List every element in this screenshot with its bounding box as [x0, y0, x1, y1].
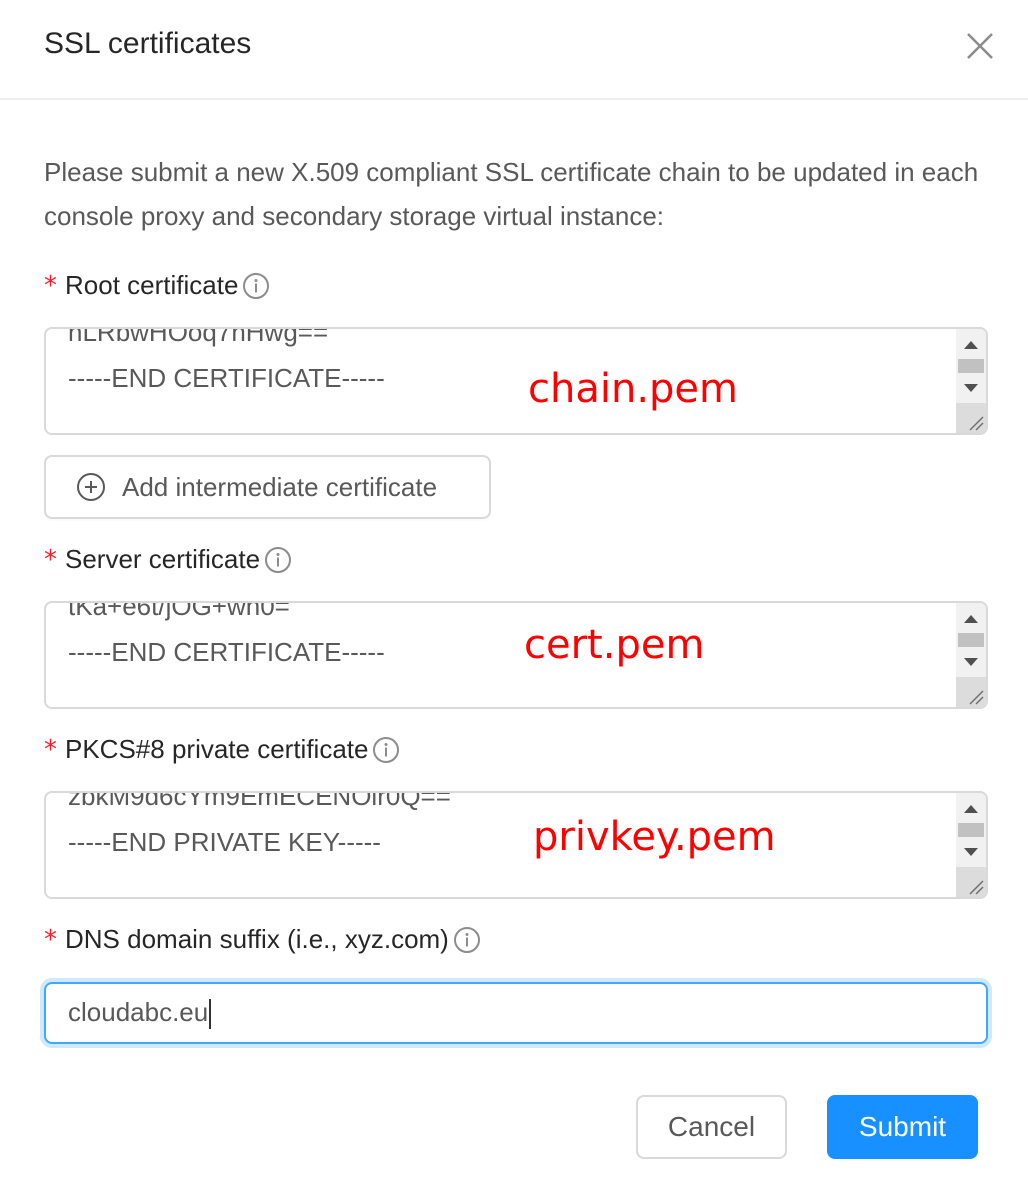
dns-domain-suffix-input[interactable]: cloudabc.eu — [44, 982, 988, 1044]
server-certificate-content: tKa+e6t/jOG+wh0= -----END CERTIFICATE---… — [68, 601, 385, 667]
pkcs8-content: zbkM9d6cYm9EmECENOlr0Q== -----END PRIVAT… — [68, 791, 451, 857]
close-icon — [967, 33, 993, 59]
scroll-down-arrow-icon[interactable] — [964, 848, 978, 856]
plus-circle-icon — [76, 472, 106, 502]
server-certificate-textarea[interactable]: tKa+e6t/jOG+wh0= -----END CERTIFICATE---… — [44, 601, 988, 709]
root-certificate-label-text: Root certificate — [65, 270, 239, 300]
required-mark: * — [44, 544, 57, 575]
dns-label-text: DNS domain suffix (i.e., xyz.com) — [65, 924, 449, 954]
cancel-button[interactable]: Cancel — [636, 1095, 787, 1159]
info-circle-icon[interactable] — [242, 272, 270, 300]
dns-domain-suffix-label: * DNS domain suffix (i.e., xyz.com) — [44, 924, 481, 955]
root-certificate-textarea[interactable]: nLRbwHOoq7nHwg== -----END CERTIFICATE---… — [44, 327, 988, 435]
pkcs8-private-certificate-label: * PKCS#8 private certificate — [44, 734, 400, 765]
scroll-up-arrow-icon[interactable] — [964, 341, 978, 349]
pkcs8-private-certificate-textarea[interactable]: zbkM9d6cYm9EmECENOlr0Q== -----END PRIVAT… — [44, 791, 988, 899]
dns-input-value: cloudabc.eu — [68, 997, 209, 1027]
scrollbar[interactable] — [956, 793, 986, 897]
intro-text: Please submit a new X.509 compliant SSL … — [44, 157, 979, 231]
scroll-thumb[interactable] — [958, 633, 984, 647]
info-circle-icon[interactable] — [372, 736, 400, 764]
scroll-down-arrow-icon[interactable] — [964, 384, 978, 392]
server-certificate-label: * Server certificate — [44, 544, 292, 575]
dialog-header: SSL certificates — [0, 0, 1028, 100]
required-mark: * — [44, 924, 57, 955]
text-caret — [209, 999, 212, 1030]
add-intermediate-certificate-button[interactable]: Add intermediate certificate — [44, 455, 491, 519]
pkcs8-label-text: PKCS#8 private certificate — [65, 734, 369, 764]
info-circle-icon[interactable] — [264, 546, 292, 574]
close-button[interactable] — [962, 28, 998, 64]
dialog-title: SSL certificates — [44, 27, 252, 60]
cert-pem-annotation: cert.pem — [524, 622, 705, 668]
scrollbar[interactable] — [956, 603, 986, 707]
scroll-up-arrow-icon[interactable] — [964, 805, 978, 813]
info-circle-icon[interactable] — [453, 926, 481, 954]
scroll-down-arrow-icon[interactable] — [964, 658, 978, 666]
scroll-up-arrow-icon[interactable] — [964, 615, 978, 623]
chain-pem-annotation: chain.pem — [528, 366, 738, 412]
submit-button[interactable]: Submit — [827, 1095, 978, 1159]
required-mark: * — [44, 270, 57, 301]
privkey-pem-annotation: privkey.pem — [533, 814, 776, 860]
scroll-thumb[interactable] — [958, 823, 984, 837]
scrollbar[interactable] — [956, 329, 986, 433]
root-certificate-content: nLRbwHOoq7nHwg== -----END CERTIFICATE---… — [68, 327, 385, 393]
required-mark: * — [44, 734, 57, 765]
resize-handle-icon[interactable] — [956, 403, 986, 433]
server-certificate-label-text: Server certificate — [65, 544, 261, 574]
resize-handle-icon[interactable] — [956, 867, 986, 897]
root-certificate-label: * Root certificate — [44, 270, 270, 301]
scroll-thumb[interactable] — [958, 359, 984, 373]
resize-handle-icon[interactable] — [956, 677, 986, 707]
add-intermediate-label: Add intermediate certificate — [122, 471, 438, 502]
